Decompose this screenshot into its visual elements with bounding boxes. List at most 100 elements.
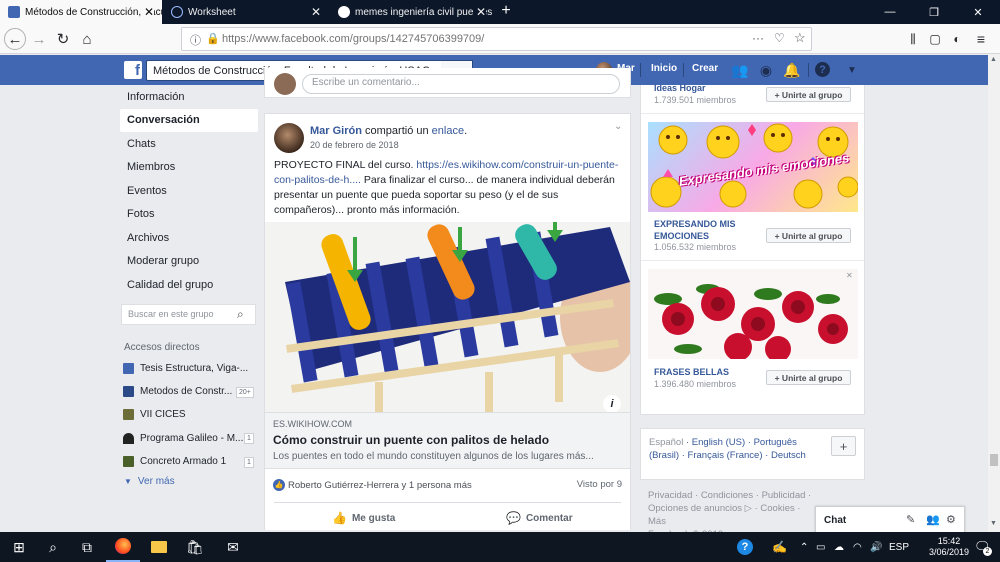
page-actions-icon[interactable]: ··· [752,31,764,45]
firefox-icon[interactable] [106,532,140,562]
nav-item-calidad-del-grupo[interactable]: Calidad del grupo [120,273,258,297]
nav-item-eventos[interactable]: Eventos [120,179,258,203]
group-search-input[interactable]: Buscar en este grupo ⌕ [121,304,256,325]
minimize-window-icon[interactable]: — [868,0,912,24]
browser-tab-memes[interactable]: memes ingeniería civil puentes ✕ [330,0,494,24]
footer-link[interactable]: Condiciones [701,490,753,501]
group-cover-image[interactable] [648,269,858,359]
volume-icon[interactable]: 🔊 [870,532,882,562]
clock[interactable]: 15:42 3/06/2019 [927,536,971,558]
shortcut-item[interactable]: Tesis Estructura, Viga-... [123,361,248,375]
link-preview[interactable]: ES.WIKIHOW.COM Cómo construir un puente … [265,412,630,469]
back-arrow-icon[interactable]: ← [4,28,26,50]
close-tab-icon[interactable]: ✕ [472,5,486,19]
language-link[interactable]: Deutsch [771,450,806,461]
account-icon[interactable]: ◐ [946,28,968,50]
close-tab-icon[interactable]: ✕ [140,5,154,19]
footer-link[interactable]: Cookies [760,503,794,514]
cloud-icon[interactable]: ☁ [834,532,844,562]
info-icon[interactable]: ⓘ [190,32,201,48]
new-message-icon[interactable]: ✎ [906,513,915,526]
dismiss-suggestion-icon[interactable]: ✕ [846,271,853,280]
group-name-link[interactable]: Ideas Hogar [654,82,706,94]
menu-icon[interactable]: ≡ [970,28,992,50]
browser-tab-facebook[interactable]: Métodos de Construcción, Facu ✕ [0,0,162,24]
nav-item-moderar-grupo[interactable]: Moderar grupo [120,250,258,274]
shortcut-item[interactable]: VII CICES [123,407,186,421]
reload-icon[interactable]: ↻ [52,28,74,50]
new-tab-button[interactable]: + [496,2,516,20]
chat-settings-gear-icon[interactable]: ⚙ [946,513,956,526]
post-options-chevron-down-icon[interactable]: ⌄ [614,121,622,132]
nav-item-chats[interactable]: Chats [120,132,258,156]
more-languages-button[interactable]: + [831,436,856,456]
facebook-logo-icon[interactable]: f [124,61,142,79]
mail-icon[interactable]: ✉ [216,532,250,562]
home-icon[interactable]: ⌂ [76,28,98,50]
bookmark-star-icon[interactable]: ☆ [794,30,806,46]
scroll-up-icon[interactable]: ▲ [990,56,997,63]
shared-link[interactable]: enlace [432,125,464,137]
post-author-avatar[interactable] [274,123,304,153]
shortcut-item[interactable]: Metodos de Constr... [123,384,232,398]
account-menu-chevron-down-icon[interactable]: ▼ [842,61,862,79]
file-explorer-icon[interactable] [142,532,176,562]
footer-link[interactable]: Más [648,516,666,527]
nav-item-fotos[interactable]: Fotos [120,203,258,227]
nav-item-informacion[interactable]: Información [120,85,258,109]
join-group-button[interactable]: + Unirte al grupo [766,370,851,385]
wifi-icon[interactable]: ◠ [853,532,862,562]
scroll-down-icon[interactable]: ▼ [990,520,997,527]
comment-button[interactable]: 💬 Comentar [506,511,573,525]
address-bar[interactable]: ⓘ 🔒 https://www.facebook.com/groups/1427… [181,27,812,51]
group-name-link[interactable]: EXPRESANDO MIS EMOCIONES [654,218,754,242]
create-link[interactable]: Crear [692,63,718,74]
nav-item-conversacion[interactable]: Conversación [120,108,258,132]
close-window-icon[interactable]: ✕ [956,0,1000,24]
maximize-window-icon[interactable]: ❐ [912,0,956,24]
close-tab-icon[interactable]: ✕ [311,5,321,19]
shortcut-item[interactable]: Programa Galileo - M... [123,431,243,445]
forward-arrow-icon[interactable]: → [28,28,50,50]
join-group-button[interactable]: + Unirte al grupo [766,228,851,243]
sidebar-icon[interactable]: ▢ [924,28,946,50]
page-scrollbar[interactable]: ▲ ▼ [988,54,1000,532]
see-more-link[interactable]: ▼ Ver más [124,476,175,487]
group-cover-image[interactable]: Expresando mis emociones [648,122,858,212]
task-view-icon[interactable]: ⧉ [70,532,104,562]
nav-item-miembros[interactable]: Miembros [120,156,258,180]
library-icon[interactable]: ⫼ [902,28,924,50]
friend-requests-icon[interactable]: 👥 [730,61,750,79]
action-center-icon[interactable]: 🗨 2 [974,532,992,562]
group-name-link[interactable]: FRASES BELLAS [654,366,729,378]
home-link[interactable]: Inicio [651,63,677,74]
post-author-link[interactable]: Mar Girón [310,125,362,137]
help-icon[interactable]: ? [815,62,830,77]
pen-ink-icon[interactable]: ✍ [772,532,787,562]
like-button[interactable]: 👍 Me gusta [332,511,395,525]
post-date[interactable]: 20 de febrero de 2018 [310,140,399,150]
notifications-bell-icon[interactable]: 🔔 [782,61,802,79]
reactions-summary[interactable]: 👍 Roberto Gutiérrez-Herrera y 1 persona m… [273,479,472,491]
store-icon[interactable]: 🛍 [178,532,212,562]
footer-link[interactable]: Opciones de anuncios [648,503,742,514]
new-group-chat-icon[interactable]: 👥 [926,513,940,526]
footer-link[interactable]: Privacidad [648,490,692,501]
language-link[interactable]: English (US) [692,437,745,448]
nav-item-archivos[interactable]: Archivos [120,226,258,250]
windows-start-icon[interactable]: ⊞ [2,532,36,562]
link-preview-image[interactable]: i [265,222,630,412]
seen-by-count[interactable]: Visto por 9 [577,479,622,490]
language-link[interactable]: Français (France) [688,450,763,461]
footer-link[interactable]: Publicidad [762,490,806,501]
join-group-button[interactable]: + Unirte al grupo [766,87,851,102]
messenger-icon[interactable]: ◉ [756,61,776,79]
search-icon[interactable]: ⌕ [36,532,70,562]
show-hidden-icons-chevron-icon[interactable]: ⌃ [800,532,808,562]
scrollbar-thumb[interactable] [990,454,998,466]
browser-tab-worksheet[interactable]: Worksheet ✕ [163,0,329,24]
shortcut-item[interactable]: Concreto Armado 1 [123,454,226,468]
language-indicator[interactable]: ESP [889,532,909,562]
comment-input[interactable]: Escribe un comentario... [302,74,620,94]
pocket-icon[interactable]: ♡ [774,31,785,45]
